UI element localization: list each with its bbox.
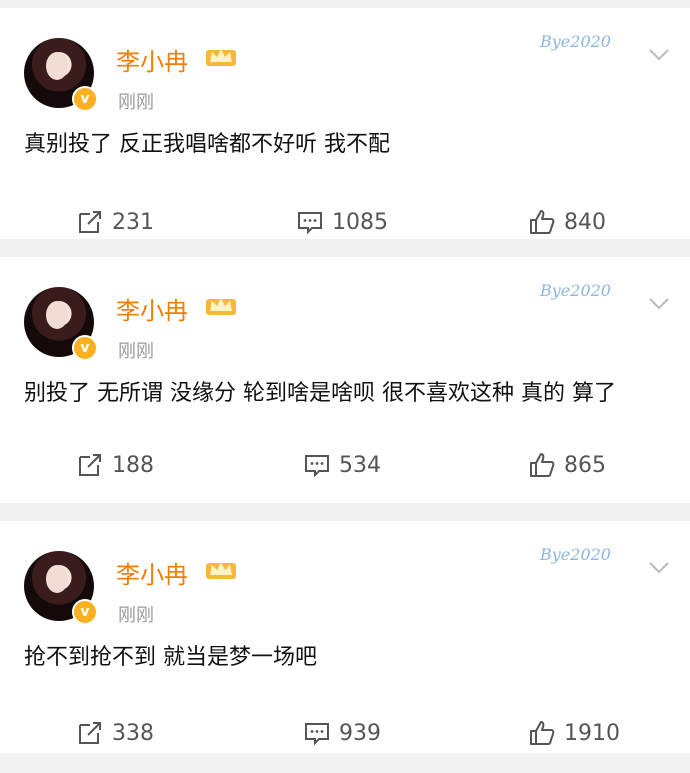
crown-icon (206, 49, 236, 66)
comment-button[interactable]: 1085 (228, 208, 456, 236)
author-name[interactable]: 李小冉 (116, 42, 188, 77)
repost-button[interactable]: 338 (0, 719, 228, 747)
comment-count: 1085 (332, 209, 388, 235)
post-time: 刚刚 (118, 92, 154, 113)
post-text: 别投了 无所谓 没缘分 轮到啥是啥呗 很不喜欢这种 真的 算了 (24, 381, 616, 406)
thumbs-up-icon (530, 453, 555, 477)
author-name[interactable]: 李小冉 (116, 291, 188, 326)
verified-v-icon: v (72, 335, 98, 361)
repost-count: 188 (112, 452, 154, 478)
avatar[interactable]: v (24, 287, 98, 361)
post-time: 刚刚 (118, 341, 154, 362)
avatar-face (46, 52, 68, 80)
post-actions: 338 939 1910 (0, 701, 690, 765)
post-header: v 李小冉 刚刚 Bye2020 (0, 521, 690, 626)
post-time: 刚刚 (118, 605, 154, 626)
comment-icon (305, 455, 329, 478)
like-count: 1910 (564, 720, 620, 746)
feed-divider (0, 503, 690, 521)
weibo-feed: v 李小冉 刚刚 Bye2020 真别投了 反正我唱啥都不好听 我不配 231 … (0, 0, 690, 753)
repost-count: 338 (112, 720, 154, 746)
comment-count: 939 (339, 720, 381, 746)
feed-divider (0, 0, 690, 8)
crown-icon (206, 298, 236, 315)
comment-icon (298, 212, 322, 235)
like-button[interactable]: 840 (456, 208, 690, 236)
watermark: Bye2020 (540, 32, 611, 51)
post-text: 真别投了 反正我唱啥都不好听 我不配 (24, 132, 390, 157)
chevron-down-icon[interactable] (648, 561, 670, 575)
post-card: v 李小冉 刚刚 Bye2020 抢不到抢不到 就当是梦一场吧 338 939 (0, 521, 690, 753)
comment-count: 534 (339, 452, 381, 478)
avatar[interactable]: v (24, 551, 98, 625)
verified-v-icon: v (72, 599, 98, 625)
comment-button[interactable]: 534 (228, 451, 456, 479)
post-actions: 231 1085 840 (0, 190, 690, 254)
comment-icon (305, 723, 329, 746)
thumbs-up-icon (530, 210, 555, 234)
like-button[interactable]: 1910 (456, 719, 690, 747)
author-name[interactable]: 李小冉 (116, 555, 188, 590)
chevron-down-icon[interactable] (648, 297, 670, 311)
watermark: Bye2020 (540, 281, 611, 300)
repost-button[interactable]: 231 (0, 208, 228, 236)
like-count: 840 (564, 209, 606, 235)
crown-icon (206, 562, 236, 579)
like-button[interactable]: 865 (456, 451, 690, 479)
repost-icon (79, 454, 101, 476)
avatar-face (46, 565, 68, 593)
thumbs-up-icon (530, 721, 555, 745)
comment-button[interactable]: 939 (228, 719, 456, 747)
avatar-face (46, 301, 68, 329)
post-header: v 李小冉 刚刚 Bye2020 (0, 8, 690, 113)
repost-button[interactable]: 188 (0, 451, 228, 479)
avatar[interactable]: v (24, 38, 98, 112)
like-count: 865 (564, 452, 606, 478)
watermark: Bye2020 (540, 545, 611, 564)
post-text: 抢不到抢不到 就当是梦一场吧 (24, 645, 317, 670)
verified-v-icon: v (72, 86, 98, 112)
repost-count: 231 (112, 209, 154, 235)
repost-icon (79, 211, 101, 233)
post-actions: 188 534 865 (0, 433, 690, 497)
post-card: v 李小冉 刚刚 Bye2020 真别投了 反正我唱啥都不好听 我不配 231 … (0, 8, 690, 239)
post-card: v 李小冉 刚刚 Bye2020 别投了 无所谓 没缘分 轮到啥是啥呗 很不喜欢… (0, 257, 690, 503)
chevron-down-icon[interactable] (648, 48, 670, 62)
post-header: v 李小冉 刚刚 Bye2020 (0, 257, 690, 362)
repost-icon (79, 722, 101, 744)
